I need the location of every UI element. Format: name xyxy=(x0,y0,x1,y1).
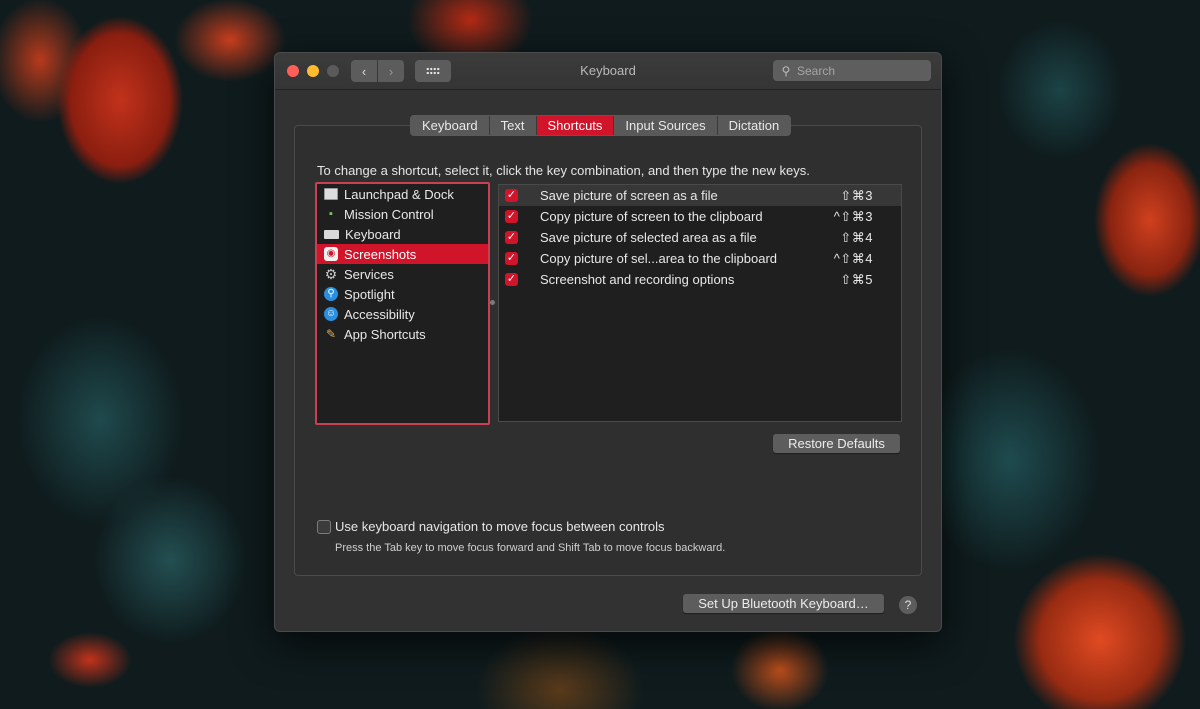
shortcut-keys[interactable]: ⇧⌘3 xyxy=(840,188,873,204)
shortcut-label: Copy picture of screen to the clipboard xyxy=(540,209,763,224)
app-shortcuts-icon: ✎ xyxy=(325,327,337,341)
category-mission-control[interactable]: ▪ Mission Control xyxy=(317,204,488,224)
keyboard-navigation-help-text: Press the Tab key to move focus forward … xyxy=(335,542,726,554)
launchpad-icon xyxy=(324,188,338,200)
shortcut-label: Save picture of selected area as a file xyxy=(540,230,757,245)
shortcut-label: Copy picture of sel...area to the clipbo… xyxy=(540,251,778,266)
tab-text[interactable]: Text xyxy=(489,116,537,135)
category-label: Keyboard xyxy=(345,226,401,242)
mission-control-icon: ▪ xyxy=(329,207,333,220)
shortcut-row[interactable]: ✓ Save picture of selected area as a fil… xyxy=(499,227,901,248)
search-icon: ⚲ xyxy=(781,63,791,78)
keyboard-preferences-window: ‹ › Keyboard ⚲ Keyboard Text Shortcuts I… xyxy=(274,52,942,632)
shortcut-checkbox[interactable]: ✓ xyxy=(505,189,518,202)
shortcut-label: Save picture of screen as a file xyxy=(540,188,718,203)
shortcut-keys[interactable]: ^⇧⌘3 xyxy=(834,209,873,225)
category-app-shortcuts[interactable]: ✎ App Shortcuts xyxy=(317,324,488,344)
category-label: Spotlight xyxy=(344,286,395,302)
search-field[interactable]: ⚲ xyxy=(773,60,931,81)
spotlight-icon: ⚲ xyxy=(324,287,338,301)
category-spotlight[interactable]: ⚲ Spotlight xyxy=(317,284,488,304)
shortcut-keys[interactable]: ⇧⌘4 xyxy=(840,230,873,246)
category-label: Screenshots xyxy=(344,246,417,262)
shortcut-keys[interactable]: ^⇧⌘4 xyxy=(834,251,873,267)
gear-icon: ⚙ xyxy=(324,266,338,282)
keyboard-navigation-checkbox[interactable] xyxy=(317,520,331,534)
category-label: Accessibility xyxy=(344,306,415,322)
accessibility-icon: ☺ xyxy=(324,307,338,321)
search-input[interactable] xyxy=(794,63,920,78)
restore-defaults-button[interactable]: Restore Defaults xyxy=(773,434,900,453)
shortcut-checkbox[interactable]: ✓ xyxy=(505,210,518,223)
shortcut-label: Screenshot and recording options xyxy=(540,272,735,287)
category-services[interactable]: ⚙ Services xyxy=(317,264,488,284)
shortcut-row[interactable]: ✓ Copy picture of sel...area to the clip… xyxy=(499,248,901,269)
tab-shortcuts[interactable]: Shortcuts xyxy=(536,116,615,135)
category-keyboard[interactable]: Keyboard xyxy=(317,224,488,244)
category-accessibility[interactable]: ☺ Accessibility xyxy=(317,304,488,324)
tab-dictation[interactable]: Dictation xyxy=(717,116,791,135)
help-button[interactable]: ? xyxy=(899,596,917,614)
category-screenshots[interactable]: ◉ Screenshots xyxy=(317,244,488,264)
category-label: App Shortcuts xyxy=(344,326,426,342)
category-label: Mission Control xyxy=(344,206,434,222)
shortcut-keys[interactable]: ⇧⌘5 xyxy=(840,272,873,288)
shortcut-checkbox[interactable]: ✓ xyxy=(505,252,518,265)
instruction-text: To change a shortcut, select it, click t… xyxy=(317,163,810,178)
shortcut-checkbox[interactable]: ✓ xyxy=(505,273,518,286)
keyboard-navigation-label[interactable]: Use keyboard navigation to move focus be… xyxy=(335,519,665,534)
screenshot-icon: ◉ xyxy=(324,247,338,261)
category-label: Launchpad & Dock xyxy=(344,186,454,202)
shortcut-row[interactable]: ✓ Copy picture of screen to the clipboar… xyxy=(499,206,901,227)
shortcut-row[interactable]: ✓ Screenshot and recording options ⇧⌘5 xyxy=(499,269,901,290)
shortcut-row[interactable]: ✓ Save picture of screen as a file ⇧⌘3 xyxy=(499,185,901,206)
tab-bar: Keyboard Text Shortcuts Input Sources Di… xyxy=(410,115,792,136)
split-view-handle[interactable] xyxy=(490,300,495,305)
keyboard-icon xyxy=(324,229,339,239)
tab-keyboard[interactable]: Keyboard xyxy=(411,116,490,135)
shortcut-checkbox[interactable]: ✓ xyxy=(505,231,518,244)
shortcut-list[interactable]: ✓ Save picture of screen as a file ⇧⌘3 ✓… xyxy=(498,184,902,422)
category-list[interactable]: Launchpad & Dock ▪ Mission Control Keybo… xyxy=(315,182,490,425)
setup-bluetooth-keyboard-button[interactable]: Set Up Bluetooth Keyboard… xyxy=(683,594,884,613)
category-label: Services xyxy=(344,266,394,282)
title-bar: ‹ › Keyboard ⚲ xyxy=(275,53,941,90)
tab-input-sources[interactable]: Input Sources xyxy=(614,116,718,135)
category-launchpad-dock[interactable]: Launchpad & Dock xyxy=(317,184,488,204)
